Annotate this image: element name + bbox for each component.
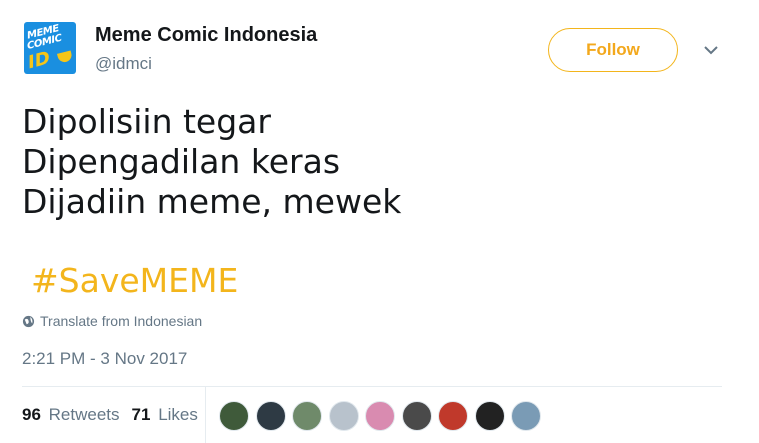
account-handle[interactable]: @idmci bbox=[95, 54, 152, 74]
logo-smile-icon bbox=[56, 50, 74, 64]
likes-count: 71 bbox=[131, 405, 151, 424]
chevron-down-icon[interactable] bbox=[703, 44, 719, 56]
divider bbox=[22, 386, 722, 387]
tweet-stats: 96 Retweets 71 Likes bbox=[22, 405, 210, 425]
tweet-line-3: Dijadiin meme, mewek bbox=[22, 182, 402, 221]
liker-avatar[interactable] bbox=[292, 401, 322, 431]
liker-avatar[interactable] bbox=[219, 401, 249, 431]
translate-label: Translate from Indonesian bbox=[40, 313, 203, 329]
follow-button[interactable]: Follow bbox=[548, 28, 678, 72]
tweet-timestamp[interactable]: 2:21 PM - 3 Nov 2017 bbox=[22, 349, 187, 369]
hashtag-link[interactable]: #SaveMEME bbox=[31, 261, 238, 300]
liker-avatar[interactable] bbox=[511, 401, 541, 431]
translate-link[interactable]: Translate from Indonesian bbox=[22, 313, 202, 329]
liker-avatar[interactable] bbox=[255, 401, 286, 431]
logo-text-id: ID bbox=[28, 47, 50, 74]
tweet-line-1: Dipolisiin tegar bbox=[22, 102, 271, 141]
tweet-line-2: Dipengadilan keras bbox=[22, 142, 341, 181]
retweets-stat[interactable]: 96 Retweets bbox=[22, 405, 120, 425]
liker-avatar[interactable] bbox=[401, 401, 432, 431]
account-avatar[interactable]: MEME COMIC ID bbox=[24, 22, 76, 74]
liker-avatar[interactable] bbox=[328, 401, 359, 431]
tweet-text: Dipolisiin tegar Dipengadilan keras Dija… bbox=[22, 102, 401, 222]
liker-avatar[interactable] bbox=[365, 401, 395, 431]
globe-icon bbox=[22, 315, 35, 327]
likes-label: Likes bbox=[158, 405, 198, 424]
liker-avatar[interactable] bbox=[474, 401, 505, 431]
retweets-count: 96 bbox=[22, 405, 41, 424]
retweets-label: Retweets bbox=[48, 405, 120, 424]
likes-stat[interactable]: 71 Likes bbox=[132, 405, 198, 425]
account-name[interactable]: Meme Comic Indonesia bbox=[95, 24, 317, 47]
liker-avatars bbox=[219, 401, 548, 431]
liker-avatar[interactable] bbox=[438, 401, 468, 431]
